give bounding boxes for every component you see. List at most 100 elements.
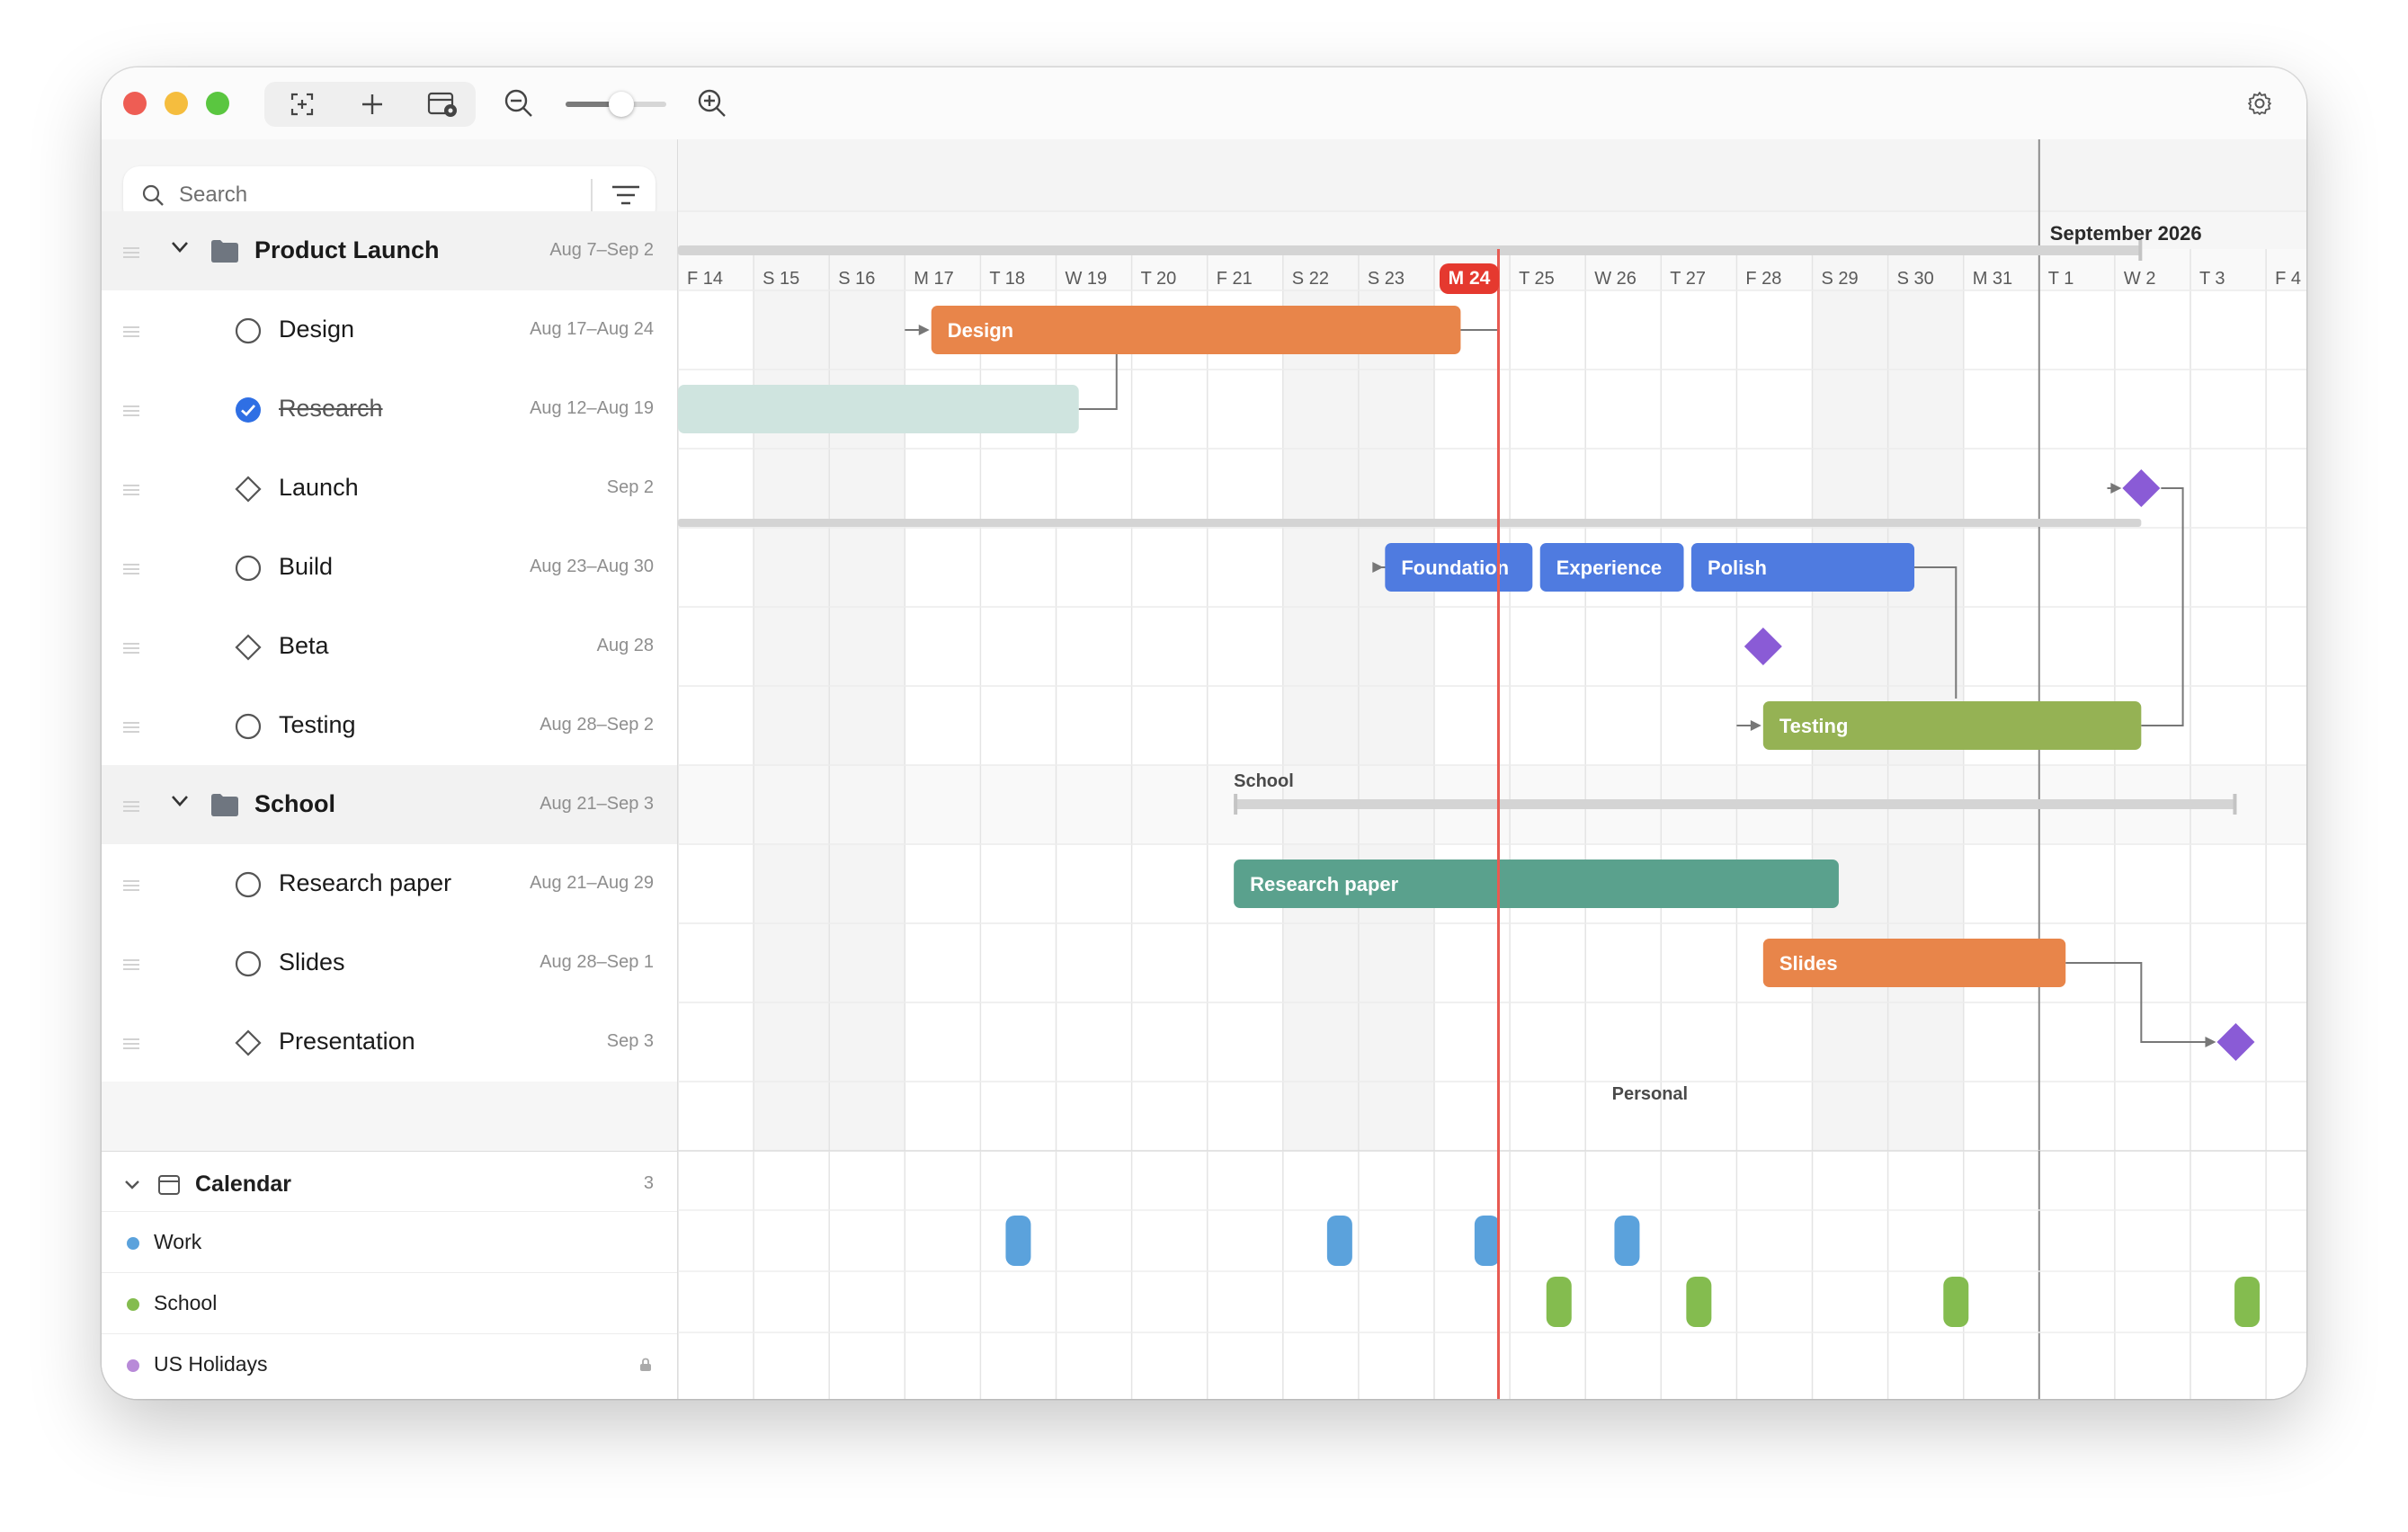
calendar-event[interactable] bbox=[1474, 1216, 1500, 1266]
task-bar[interactable] bbox=[678, 385, 1079, 433]
task-title[interactable]: Design bbox=[279, 316, 354, 343]
milestone-diamond[interactable] bbox=[2122, 469, 2161, 507]
calendar-event[interactable] bbox=[2234, 1277, 2261, 1327]
drag-handle-icon[interactable] bbox=[123, 247, 139, 261]
day-label: W 19 bbox=[1065, 269, 1108, 289]
search-icon bbox=[142, 184, 164, 206]
circle-icon[interactable] bbox=[235, 950, 262, 977]
drag-handle-icon[interactable] bbox=[123, 485, 139, 498]
add-task-button[interactable] bbox=[345, 82, 399, 127]
group-title[interactable]: Product Launch bbox=[254, 236, 440, 264]
calendar-item[interactable]: US Holidays bbox=[102, 1333, 677, 1395]
task-row[interactable]: Slides Aug 28–Sep 1 bbox=[102, 923, 677, 1002]
calendar-event[interactable] bbox=[1614, 1216, 1640, 1266]
day-label: T 3 bbox=[2199, 269, 2225, 289]
zoom-slider-knob[interactable] bbox=[608, 92, 634, 117]
chevron-down-icon[interactable] bbox=[170, 240, 190, 254]
calendar-event[interactable] bbox=[1326, 1216, 1352, 1266]
drag-handle-icon[interactable] bbox=[123, 880, 139, 894]
diamond-icon[interactable] bbox=[235, 476, 262, 503]
date-range: Aug 28–Sep 2 bbox=[540, 715, 654, 735]
focus-today-button[interactable] bbox=[275, 82, 329, 127]
weekend-column bbox=[754, 249, 830, 1151]
task-title[interactable]: Presentation bbox=[279, 1028, 415, 1055]
drag-handle-icon[interactable] bbox=[123, 643, 139, 656]
folder-icon bbox=[211, 240, 238, 263]
task-row[interactable]: Design Aug 17–Aug 24 bbox=[102, 290, 677, 370]
drag-handle-icon[interactable] bbox=[123, 722, 139, 735]
day-label: S 30 bbox=[1896, 269, 1934, 289]
day-label: S 29 bbox=[1821, 269, 1859, 289]
calendar-item[interactable]: School bbox=[102, 1272, 677, 1334]
diamond-icon[interactable] bbox=[235, 634, 262, 661]
calendar-name: School bbox=[154, 1291, 218, 1314]
group-row[interactable]: Product Launch Aug 7–Sep 2 bbox=[102, 211, 677, 290]
drag-handle-icon[interactable] bbox=[123, 801, 139, 815]
drag-handle-icon[interactable] bbox=[123, 405, 139, 419]
task-row[interactable]: Research Aug 12–Aug 19 bbox=[102, 370, 677, 449]
task-bar-label: Polish bbox=[1708, 557, 1767, 579]
task-row[interactable]: Research paper Aug 21–Aug 29 bbox=[102, 844, 677, 923]
build-summary-bar bbox=[678, 519, 2142, 527]
circle-icon[interactable] bbox=[235, 555, 262, 582]
drag-handle-icon[interactable] bbox=[123, 959, 139, 973]
task-row[interactable]: Build Aug 23–Aug 30 bbox=[102, 528, 677, 607]
day-label: F 4 bbox=[2275, 269, 2301, 289]
day-label: T 27 bbox=[1670, 269, 1706, 289]
milestone-diamond[interactable] bbox=[2216, 1023, 2255, 1061]
task-title[interactable]: Build bbox=[279, 553, 333, 581]
circle-icon[interactable] bbox=[235, 317, 262, 344]
calendar-item[interactable]: Work bbox=[102, 1211, 677, 1273]
calendar-event[interactable] bbox=[1943, 1277, 1969, 1327]
task-row[interactable]: Launch Sep 2 bbox=[102, 449, 677, 528]
zoom-out-button[interactable] bbox=[496, 81, 541, 126]
task-title[interactable]: Testing bbox=[279, 711, 356, 739]
toolbar bbox=[102, 67, 2306, 140]
task-title[interactable]: Launch bbox=[279, 474, 359, 502]
group-label: Personal bbox=[1612, 1084, 1688, 1104]
app-window: Search Product Launch Aug 7–Sep 2 Design Au… bbox=[102, 67, 2306, 1399]
drag-handle-icon[interactable] bbox=[123, 564, 139, 577]
diamond-icon[interactable] bbox=[235, 1029, 262, 1056]
weekend-column bbox=[1282, 249, 1359, 1151]
task-title[interactable]: Slides bbox=[279, 949, 345, 976]
settings-button[interactable] bbox=[2237, 81, 2282, 126]
gantt-canvas: Design Foundation Experience Polish Testing R… bbox=[678, 139, 2306, 1399]
checkmark-circle-icon[interactable] bbox=[235, 396, 262, 423]
zoom-out-icon bbox=[504, 89, 532, 117]
chevron-down-icon[interactable] bbox=[170, 794, 190, 808]
search-placeholder[interactable]: Search bbox=[179, 183, 247, 208]
circle-icon[interactable] bbox=[235, 871, 262, 898]
zoom-in-button[interactable] bbox=[690, 81, 735, 126]
drag-handle-icon[interactable] bbox=[123, 326, 139, 340]
calendar-event[interactable] bbox=[1686, 1277, 1712, 1327]
day-label: T 20 bbox=[1140, 269, 1177, 289]
drag-handle-icon[interactable] bbox=[123, 1038, 139, 1052]
task-row[interactable]: Presentation Sep 3 bbox=[102, 1002, 677, 1082]
calendar-settings-button[interactable] bbox=[415, 82, 469, 127]
lock-icon bbox=[640, 1358, 651, 1371]
milestone-diamond[interactable] bbox=[1744, 628, 1782, 665]
calendar-event[interactable] bbox=[1546, 1277, 1572, 1327]
group-row[interactable]: School Aug 21–Sep 3 bbox=[102, 765, 677, 844]
calendar-name: US Holidays bbox=[154, 1352, 268, 1376]
task-row[interactable]: Testing Aug 28–Sep 2 bbox=[102, 686, 677, 765]
close-window-button[interactable] bbox=[123, 92, 147, 115]
task-row[interactable]: Beta Aug 28 bbox=[102, 607, 677, 686]
calendar-panel-title[interactable]: Calendar bbox=[195, 1171, 291, 1198]
minimize-window-button[interactable] bbox=[165, 92, 188, 115]
task-title[interactable]: Research bbox=[279, 395, 383, 423]
gantt-timeline[interactable]: Design Foundation Experience Polish Testing R… bbox=[678, 139, 2306, 1399]
calendar-event[interactable] bbox=[1005, 1216, 1031, 1266]
zoom-slider[interactable] bbox=[566, 92, 666, 117]
calendar-gear-icon bbox=[427, 92, 457, 117]
group-title[interactable]: School bbox=[254, 790, 335, 818]
chevron-down-icon[interactable] bbox=[123, 1179, 141, 1191]
today-badge[interactable]: M 24 bbox=[1440, 263, 1499, 294]
task-title[interactable]: Beta bbox=[279, 632, 329, 660]
zoom-window-button[interactable] bbox=[206, 92, 229, 115]
task-title[interactable]: Research paper bbox=[279, 869, 451, 897]
dependency-arrow bbox=[1750, 720, 1761, 731]
filter-icon[interactable] bbox=[611, 184, 641, 206]
circle-icon[interactable] bbox=[235, 713, 262, 740]
